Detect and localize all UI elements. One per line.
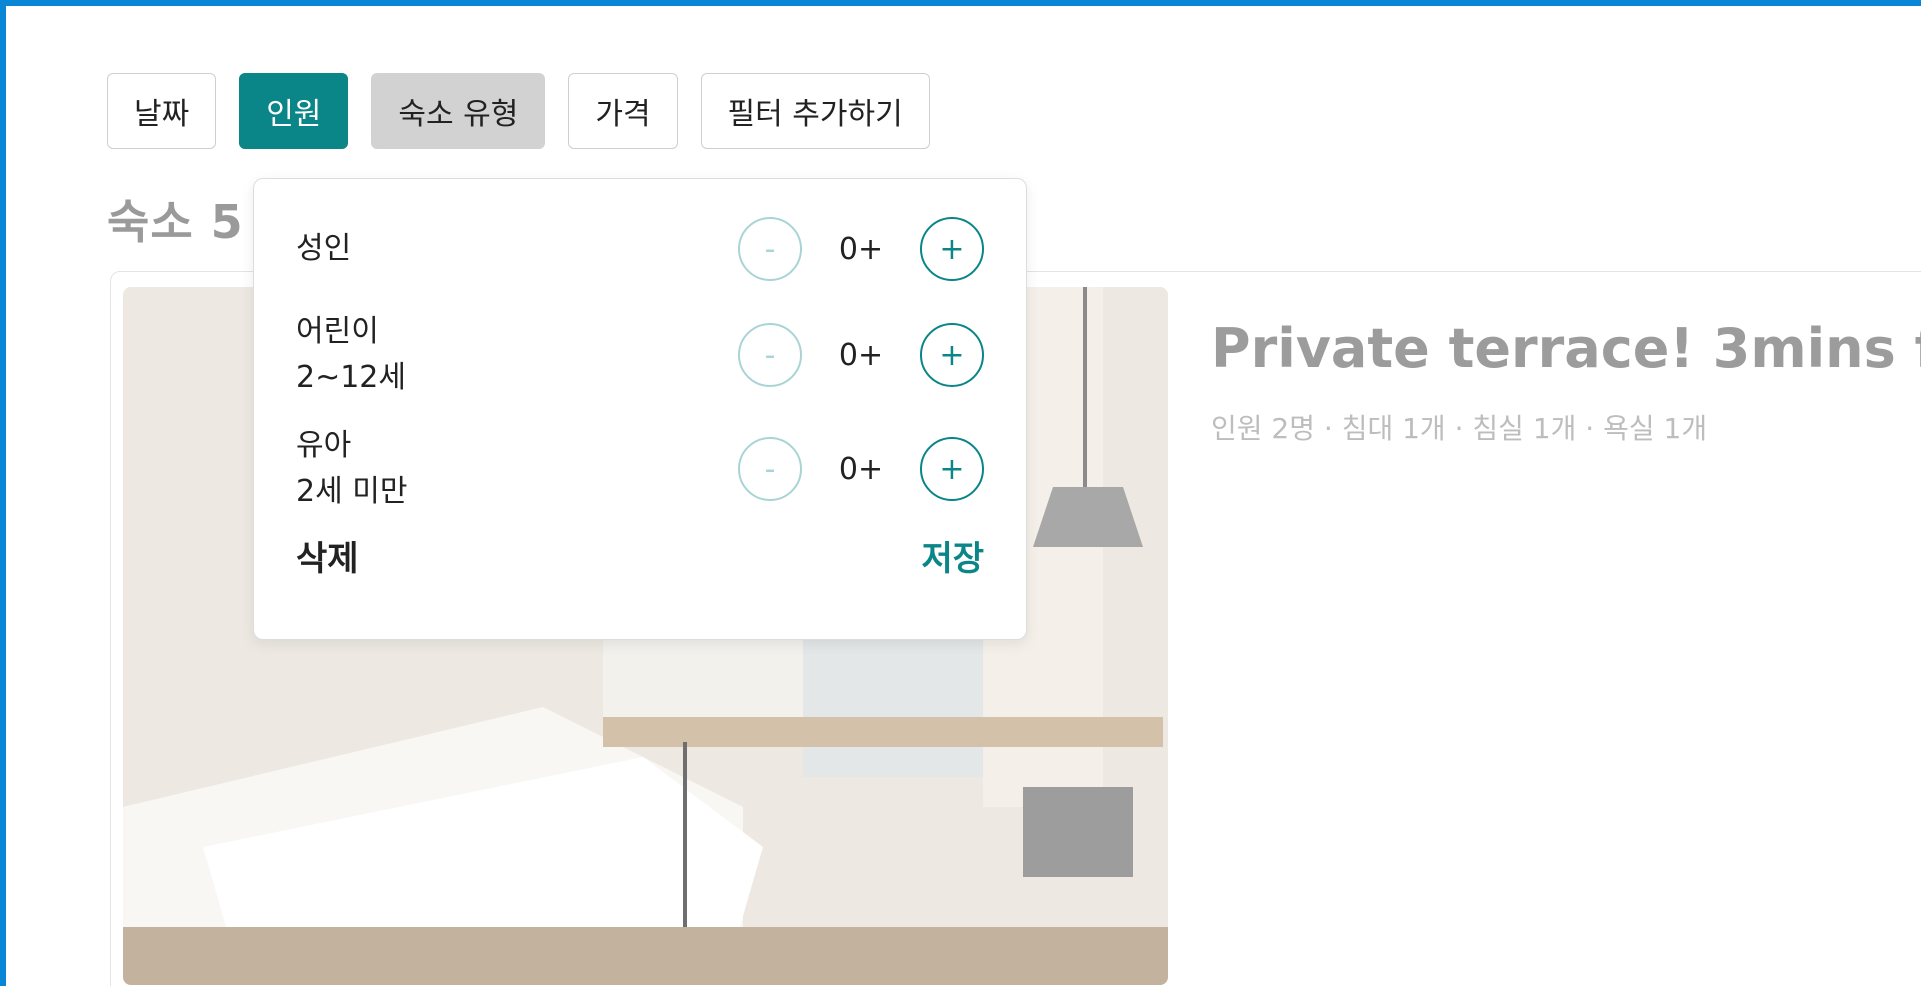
guest-row-children: 어린이 2~12세 - 0+ + — [296, 307, 984, 403]
children-count: 0+ — [838, 337, 884, 373]
popover-actions: 삭제 저장 — [296, 531, 984, 580]
filter-price-button[interactable]: 가격 — [568, 73, 678, 149]
guest-label-adults: 성인 — [296, 226, 351, 272]
quantity-stepper-adults: - 0+ + — [738, 217, 984, 281]
filter-date-button[interactable]: 날짜 — [107, 73, 217, 149]
filter-guests-button[interactable]: 인원 — [239, 73, 349, 149]
guest-type: 유아 — [296, 428, 352, 463]
guest-age-range: 2세 미만 — [296, 474, 408, 509]
guest-popover: 성인 - 0+ + 어린이 2~12세 - 0+ + 유아 2세 미만 - 0+… — [253, 178, 1027, 640]
listing-meta: 인원 2명 · 침대 1개 · 침실 1개 · 욕실 1개 — [1211, 412, 1708, 445]
guest-type: 성인 — [296, 231, 352, 266]
decrement-infants-button[interactable]: - — [738, 437, 802, 501]
quantity-stepper-children: - 0+ + — [738, 323, 984, 387]
increment-adults-button[interactable]: + — [920, 217, 984, 281]
result-count: 숙소 5 — [107, 195, 244, 249]
save-button[interactable]: 저장 — [921, 531, 984, 580]
guest-label-children: 어린이 2~12세 — [296, 309, 406, 401]
adults-count: 0+ — [838, 231, 884, 267]
add-filter-button[interactable]: 필터 추가하기 — [700, 73, 930, 149]
decrement-adults-button[interactable]: - — [738, 217, 802, 281]
browser-frame: 날짜 인원 숙소 유형 가격 필터 추가하기 숙소 5 Private terr… — [0, 0, 1921, 986]
increment-infants-button[interactable]: + — [920, 437, 984, 501]
listing-title[interactable]: Private terrace! 3mins from — [1211, 317, 1921, 380]
infants-count: 0+ — [838, 451, 884, 487]
delete-button[interactable]: 삭제 — [296, 531, 359, 580]
guest-label-infants: 유아 2세 미만 — [296, 423, 407, 515]
decrement-children-button[interactable]: - — [738, 323, 802, 387]
filter-bar: 날짜 인원 숙소 유형 가격 필터 추가하기 — [107, 73, 930, 149]
guest-row-adults: 성인 - 0+ + — [296, 217, 984, 281]
guest-row-infants: 유아 2세 미만 - 0+ + — [296, 421, 984, 517]
filter-room-type-button[interactable]: 숙소 유형 — [371, 73, 546, 149]
quantity-stepper-infants: - 0+ + — [738, 437, 984, 501]
increment-children-button[interactable]: + — [920, 323, 984, 387]
guest-age-range: 2~12세 — [296, 360, 406, 395]
guest-type: 어린이 — [296, 314, 379, 349]
